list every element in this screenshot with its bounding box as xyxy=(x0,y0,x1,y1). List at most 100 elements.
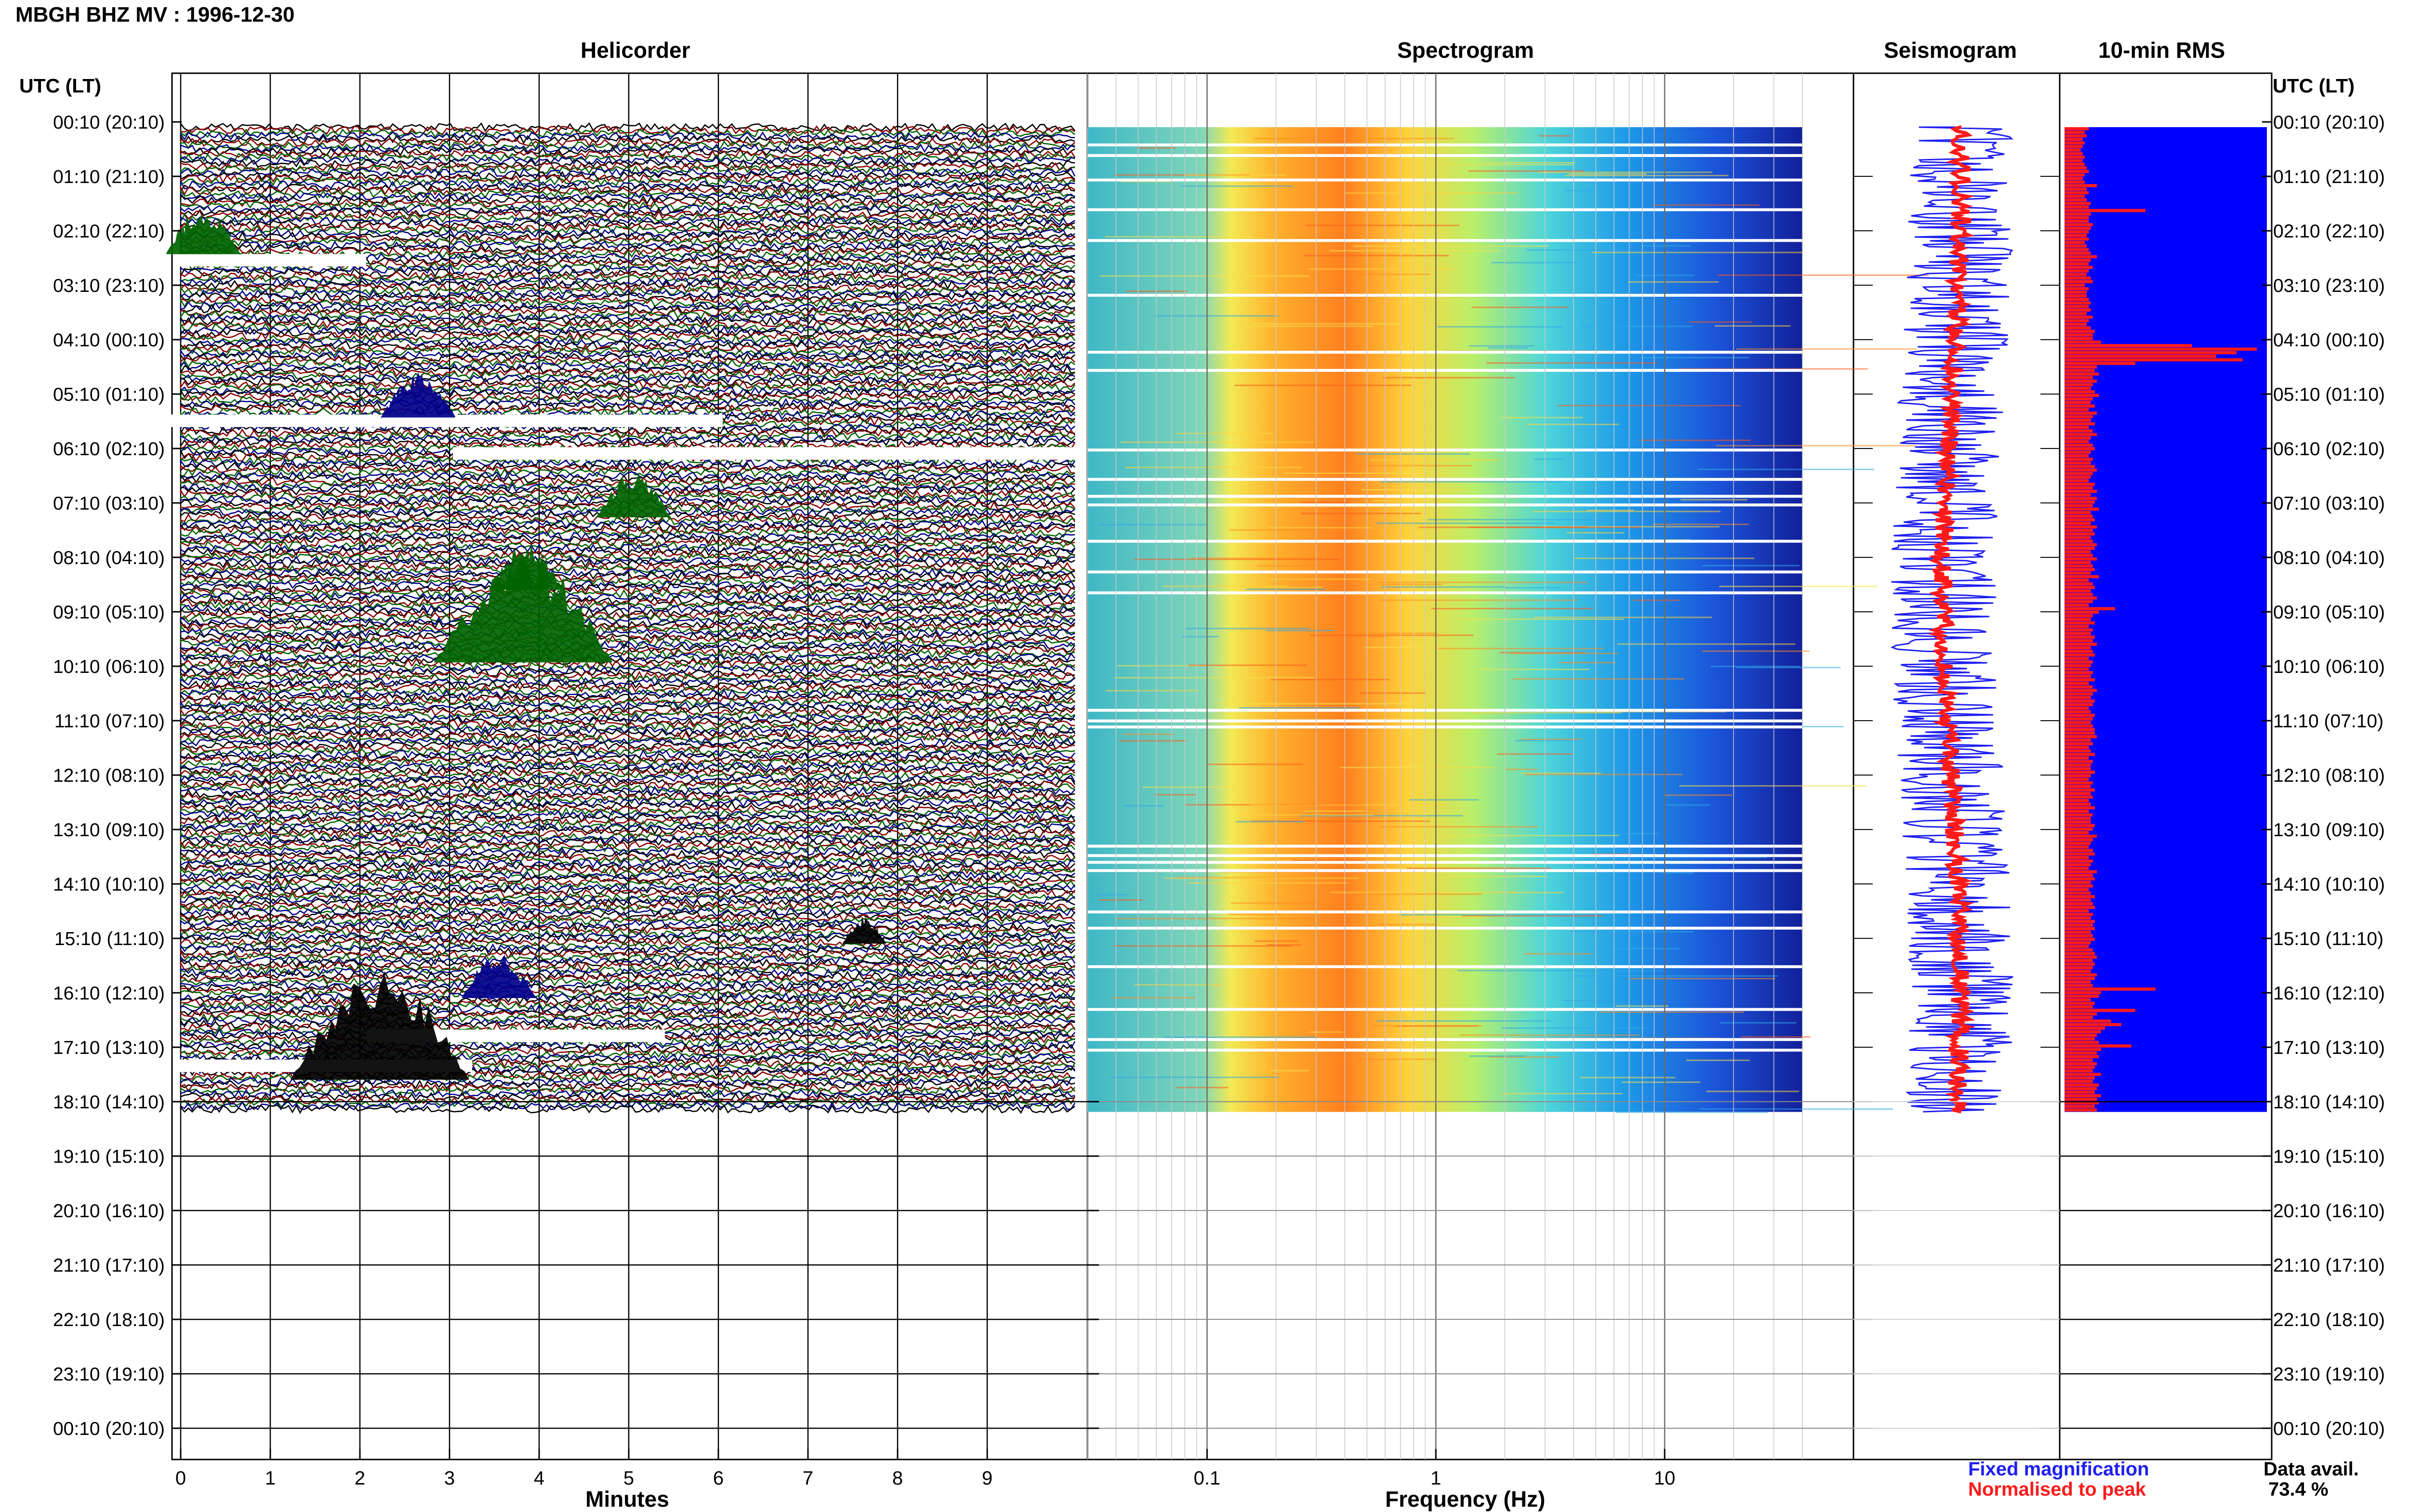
rms-bar xyxy=(2065,703,2093,707)
rms-bar xyxy=(2065,810,2089,813)
spectrogram-streak xyxy=(1497,753,1573,755)
spectrogram-streak xyxy=(1699,1108,1893,1110)
rms-bar xyxy=(2065,913,2093,916)
spectrogram-streak xyxy=(1382,377,1515,379)
spectrogram-gap-line xyxy=(1087,869,1802,872)
rms-bar xyxy=(2065,646,2091,650)
spectrogram-streak xyxy=(1534,617,1712,618)
spectrogram-streak xyxy=(1096,894,1128,896)
spectrogram-gap-line xyxy=(1087,154,1802,157)
rms-bar xyxy=(2065,226,2091,230)
rms-bar xyxy=(2065,717,2093,721)
rms-bar xyxy=(2065,788,2095,792)
spectrogram-streak xyxy=(1185,174,1286,176)
spectrogram-gap-line xyxy=(1087,1038,1802,1041)
rms-bar xyxy=(2065,529,2093,532)
spectrogram-streak xyxy=(1236,821,1305,823)
spectrogram-streak xyxy=(1114,677,1315,679)
helicorder-trace xyxy=(180,819,1075,829)
rms-bar xyxy=(2065,486,2093,490)
rms-bar xyxy=(2065,635,2095,639)
rms-bar xyxy=(2065,329,2095,333)
time-tick-label-right: 18:10 (14:10) xyxy=(2273,1092,2385,1113)
spectrogram-streak xyxy=(1630,978,1775,980)
rms-bar xyxy=(2065,628,2093,632)
rms-bar xyxy=(2065,184,2097,187)
rms-bar xyxy=(2065,792,2091,795)
rms-bar xyxy=(2065,816,2091,820)
rms-bar xyxy=(2065,831,2089,834)
minute-tick-label: 8 xyxy=(892,1468,903,1489)
spectrogram-streak xyxy=(1304,810,1365,812)
spectrogram-streak xyxy=(1176,1087,1229,1089)
rms-bar xyxy=(2065,564,2093,568)
spectrogram-streak xyxy=(1472,712,1622,714)
rms-bar xyxy=(2065,380,2097,383)
spectrogram-streak xyxy=(1189,664,1307,666)
spectrogram-streak xyxy=(1653,524,1749,526)
rms-bar xyxy=(2065,1069,2093,1073)
time-tick-label-right: 15:10 (11:10) xyxy=(2273,929,2383,949)
spectrogram-gap-line xyxy=(1087,539,1802,543)
rms-bar xyxy=(2065,273,2087,276)
time-tick-label-left: 12:10 (08:10) xyxy=(53,765,165,786)
rms-bar xyxy=(2065,145,2083,148)
rms-bar xyxy=(2065,774,2091,777)
rms-bar xyxy=(2065,834,2097,838)
rms-bar xyxy=(2065,639,2093,643)
spectrogram-streak xyxy=(1557,405,1741,407)
rms-bar xyxy=(2065,216,2089,220)
spectrogram-streak xyxy=(1680,499,1747,501)
spectrogram-gap-line xyxy=(1087,478,1802,481)
spectrogram-streak xyxy=(1438,647,1603,649)
rms-bar xyxy=(2065,404,2095,408)
helicorder-trace xyxy=(180,121,1075,132)
minute-tick-label: 3 xyxy=(444,1468,455,1489)
spectrogram-gap-line xyxy=(1087,926,1802,930)
spectrogram-streak xyxy=(1459,1034,1640,1036)
spectrogram-streak xyxy=(1686,1059,1750,1061)
rms-bar xyxy=(2065,532,2095,536)
spectrogram-streak xyxy=(1186,628,1310,630)
rms-bar xyxy=(2065,461,2091,465)
spectrogram-gap-line xyxy=(1087,239,1802,242)
rms-bar xyxy=(2065,276,2091,280)
minute-tick-label: 4 xyxy=(534,1468,544,1489)
spectrogram-streak xyxy=(1279,803,1363,805)
spectrogram-streak xyxy=(1741,1036,1811,1038)
rms-bar xyxy=(2065,287,2089,290)
time-tick-label-right: 03:10 (23:10) xyxy=(2273,276,2385,296)
spectrogram-streak xyxy=(1622,1081,1700,1083)
rms-bar xyxy=(2065,1080,2093,1083)
minute-tick-label: 5 xyxy=(623,1468,634,1489)
rms-bar xyxy=(2065,984,2093,987)
rms-bar xyxy=(2065,368,2095,372)
spectrogram-streak xyxy=(1328,632,1438,634)
rms-bar xyxy=(2065,863,2091,867)
rms-bar xyxy=(2065,433,2097,436)
frequency-tick-label: 1 xyxy=(1430,1468,1441,1489)
rms-bar xyxy=(2065,799,2089,802)
rms-bar xyxy=(2065,845,2089,849)
time-tick-label-left: 02:10 (22:10) xyxy=(53,221,165,242)
spectrogram-streak xyxy=(1706,1091,1800,1092)
rms-bar xyxy=(2065,497,2097,500)
spectrogram-streak xyxy=(1308,268,1454,270)
time-tick-label-right: 11:10 (07:10) xyxy=(2273,711,2383,732)
rms-bar xyxy=(2065,422,2095,426)
rms-bar xyxy=(2065,127,2089,131)
rms-bar xyxy=(2065,802,2091,806)
rms-bar xyxy=(2065,212,2091,216)
rms-bar xyxy=(2065,621,2095,625)
spectrogram-streak xyxy=(1564,174,1729,176)
rms-bar xyxy=(2065,333,2093,337)
spectrogram-streak xyxy=(1162,585,1288,587)
rms-bar xyxy=(2065,248,2089,251)
spectrogram-streak xyxy=(1702,650,1810,652)
time-tick-label-left: 03:10 (23:10) xyxy=(53,276,165,296)
spectrogram-layer: 0.1 1 10 xyxy=(1087,73,1929,1489)
rms-bar xyxy=(2065,994,2099,998)
spectrogram-streak xyxy=(1105,236,1254,238)
rms-bar xyxy=(2065,162,2085,166)
rms-bar xyxy=(2065,692,2093,696)
